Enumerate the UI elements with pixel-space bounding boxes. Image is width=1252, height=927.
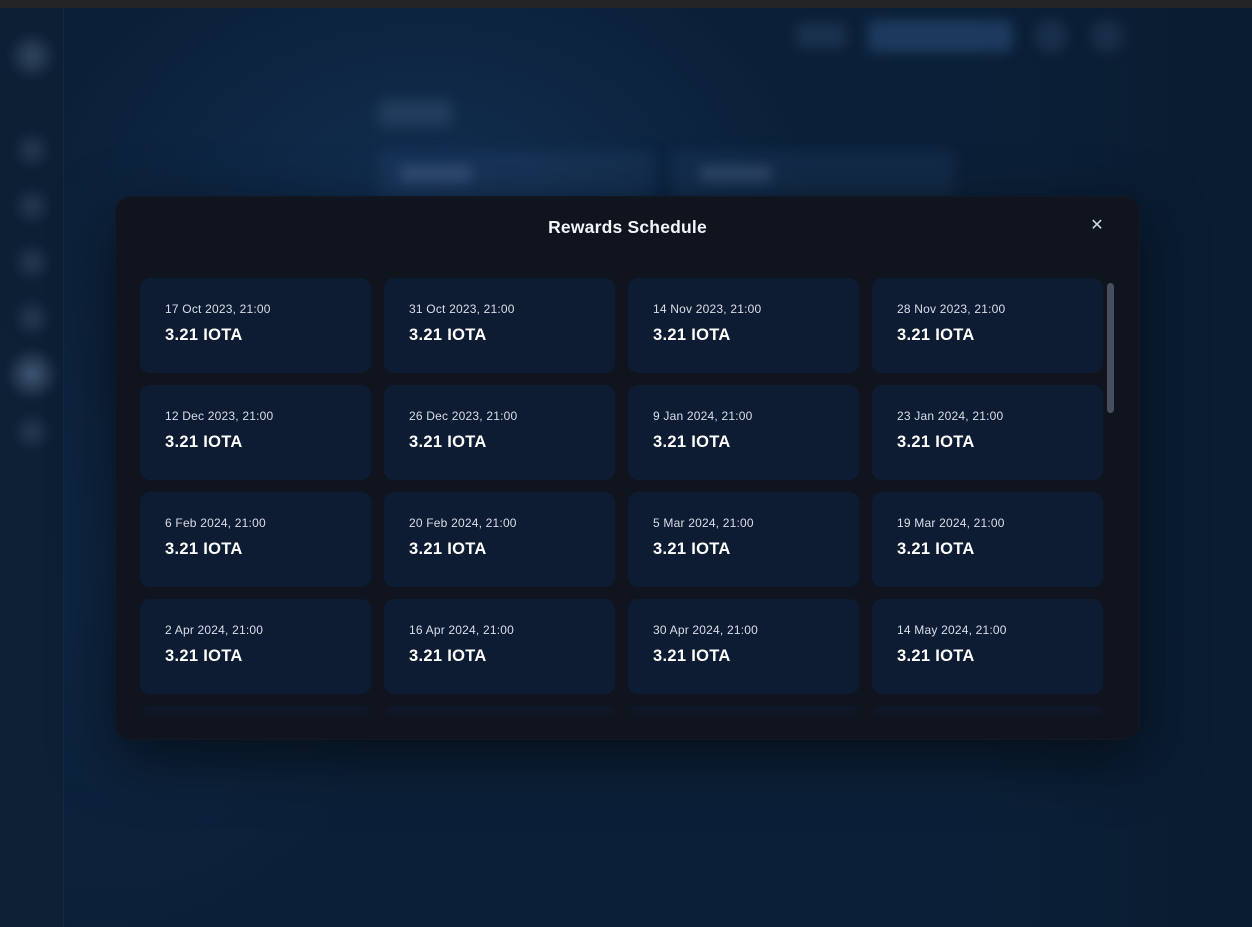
reward-date: 17 Oct 2023, 21:00 bbox=[165, 302, 353, 316]
sidebar-nav-icon bbox=[12, 412, 52, 452]
reward-amount: 3.21 IOTA bbox=[653, 326, 841, 345]
sidebar-nav-icon bbox=[12, 130, 52, 170]
reward-card: 12 Dec 2023, 21:00 3.21 IOTA bbox=[140, 385, 371, 480]
reward-date: 30 Apr 2024, 21:00 bbox=[653, 623, 841, 637]
reward-card: 23 Jan 2024, 21:00 3.21 IOTA bbox=[872, 385, 1103, 480]
rewards-schedule-modal: Rewards Schedule ✕ 17 Oct 2023, 21:00 3.… bbox=[115, 196, 1140, 740]
reward-date: 16 Apr 2024, 21:00 bbox=[409, 623, 597, 637]
reward-card-partial bbox=[384, 706, 615, 721]
background-panel-title-blurred bbox=[378, 100, 452, 126]
reward-amount: 3.21 IOTA bbox=[897, 647, 1085, 666]
reward-date: 14 Nov 2023, 21:00 bbox=[653, 302, 841, 316]
reward-card: 17 Oct 2023, 21:00 3.21 IOTA bbox=[140, 278, 371, 373]
reward-amount: 3.21 IOTA bbox=[897, 326, 1085, 345]
app-titlebar bbox=[0, 0, 1252, 8]
reward-date: 28 Nov 2023, 21:00 bbox=[897, 302, 1085, 316]
sidebar bbox=[0, 8, 64, 927]
reward-date: 19 Mar 2024, 21:00 bbox=[897, 516, 1085, 530]
rewards-grid-partial-row bbox=[140, 706, 1103, 721]
reward-date: 9 Jan 2024, 21:00 bbox=[653, 409, 841, 423]
reward-card: 28 Nov 2023, 21:00 3.21 IOTA bbox=[872, 278, 1103, 373]
reward-amount: 3.21 IOTA bbox=[653, 540, 841, 559]
reward-card: 6 Feb 2024, 21:00 3.21 IOTA bbox=[140, 492, 371, 587]
reward-amount: 3.21 IOTA bbox=[897, 540, 1085, 559]
reward-card: 14 Nov 2023, 21:00 3.21 IOTA bbox=[628, 278, 859, 373]
reward-date: 31 Oct 2023, 21:00 bbox=[409, 302, 597, 316]
rewards-scroll-area[interactable]: 17 Oct 2023, 21:00 3.21 IOTA 31 Oct 2023… bbox=[140, 278, 1103, 721]
header-circle-button-blurred bbox=[1090, 19, 1124, 53]
reward-amount: 3.21 IOTA bbox=[653, 433, 841, 452]
reward-amount: 3.21 IOTA bbox=[409, 647, 597, 666]
reward-amount: 3.21 IOTA bbox=[165, 540, 353, 559]
rewards-grid: 17 Oct 2023, 21:00 3.21 IOTA 31 Oct 2023… bbox=[140, 278, 1103, 694]
reward-card: 31 Oct 2023, 21:00 3.21 IOTA bbox=[384, 278, 615, 373]
reward-date: 12 Dec 2023, 21:00 bbox=[165, 409, 353, 423]
reward-date: 20 Feb 2024, 21:00 bbox=[409, 516, 597, 530]
reward-date: 23 Jan 2024, 21:00 bbox=[897, 409, 1085, 423]
reward-amount: 3.21 IOTA bbox=[653, 647, 841, 666]
reward-amount: 3.21 IOTA bbox=[409, 540, 597, 559]
reward-amount: 3.21 IOTA bbox=[165, 647, 353, 666]
close-button[interactable]: ✕ bbox=[1082, 211, 1112, 241]
sidebar-nav-icon bbox=[12, 186, 52, 226]
reward-date: 6 Feb 2024, 21:00 bbox=[165, 516, 353, 530]
reward-card: 2 Apr 2024, 21:00 3.21 IOTA bbox=[140, 599, 371, 694]
reward-card: 19 Mar 2024, 21:00 3.21 IOTA bbox=[872, 492, 1103, 587]
reward-card-partial bbox=[628, 706, 859, 721]
reward-card-partial bbox=[140, 706, 371, 721]
reward-amount: 3.21 IOTA bbox=[165, 433, 353, 452]
reward-card: 5 Mar 2024, 21:00 3.21 IOTA bbox=[628, 492, 859, 587]
reward-amount: 3.21 IOTA bbox=[409, 326, 597, 345]
reward-card-partial bbox=[872, 706, 1103, 721]
sidebar-nav-icon-active bbox=[6, 348, 58, 400]
reward-card: 30 Apr 2024, 21:00 3.21 IOTA bbox=[628, 599, 859, 694]
app-logo-icon bbox=[8, 32, 56, 80]
header-primary-button-blurred bbox=[868, 20, 1013, 52]
reward-card: 14 May 2024, 21:00 3.21 IOTA bbox=[872, 599, 1103, 694]
background-field-label-blurred bbox=[700, 166, 772, 182]
background-field-label-blurred bbox=[400, 166, 472, 182]
reward-card: 26 Dec 2023, 21:00 3.21 IOTA bbox=[384, 385, 615, 480]
sidebar-nav-icon bbox=[12, 298, 52, 338]
sidebar-nav-icon bbox=[12, 242, 52, 282]
reward-amount: 3.21 IOTA bbox=[165, 326, 353, 345]
reward-date: 5 Mar 2024, 21:00 bbox=[653, 516, 841, 530]
reward-amount: 3.21 IOTA bbox=[409, 433, 597, 452]
reward-card: 20 Feb 2024, 21:00 3.21 IOTA bbox=[384, 492, 615, 587]
reward-date: 2 Apr 2024, 21:00 bbox=[165, 623, 353, 637]
reward-card: 16 Apr 2024, 21:00 3.21 IOTA bbox=[384, 599, 615, 694]
reward-date: 14 May 2024, 21:00 bbox=[897, 623, 1085, 637]
reward-date: 26 Dec 2023, 21:00 bbox=[409, 409, 597, 423]
reward-amount: 3.21 IOTA bbox=[897, 433, 1085, 452]
header-circle-button-blurred bbox=[1034, 19, 1068, 53]
reward-card: 9 Jan 2024, 21:00 3.21 IOTA bbox=[628, 385, 859, 480]
modal-title: Rewards Schedule bbox=[116, 214, 1139, 240]
header-button-blurred bbox=[796, 23, 846, 48]
close-icon: ✕ bbox=[1090, 218, 1103, 234]
scrollbar-thumb[interactable] bbox=[1107, 283, 1114, 413]
